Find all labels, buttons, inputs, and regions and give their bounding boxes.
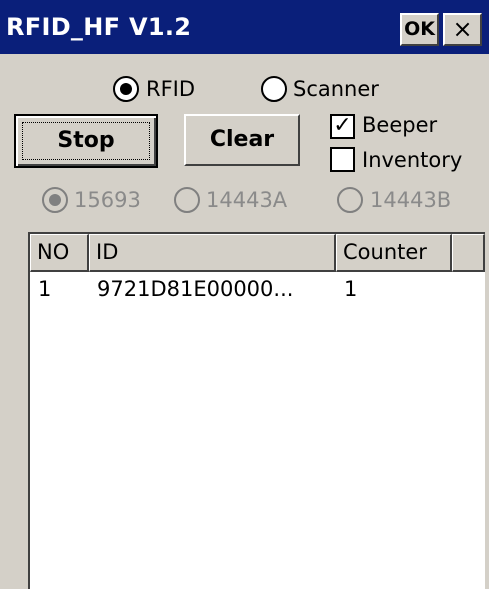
beeper-label[interactable]: Beeper — [362, 112, 437, 138]
app-window: RFID_HF V1.2 OK × RFID Scanner Stop Clea… — [0, 0, 489, 589]
focus-rect — [22, 122, 150, 160]
window-title: RFID_HF V1.2 — [6, 13, 192, 41]
rfid-radio-label[interactable]: RFID — [146, 76, 195, 102]
inventory-checkbox-box[interactable] — [330, 147, 355, 172]
rfid-radio-indicator[interactable] — [113, 76, 139, 102]
protocol-14443a-radio-indicator — [174, 187, 200, 213]
checkmark-icon: ✓ — [333, 113, 352, 138]
cell-no: 1 — [38, 277, 52, 301]
column-header-id[interactable]: ID — [89, 234, 336, 272]
scanner-radio-indicator[interactable] — [261, 76, 287, 102]
protocol-14443a-label: 14443A — [206, 188, 288, 212]
title-bar: RFID_HF V1.2 OK × — [0, 0, 489, 54]
close-icon: × — [452, 15, 473, 43]
table-header: NO ID Counter — [30, 234, 485, 272]
protocol-14443b-label: 14443B — [370, 188, 452, 212]
ok-button[interactable]: OK — [400, 13, 439, 46]
column-header-no[interactable]: NO — [30, 234, 89, 272]
table-row[interactable]: 1 9721D81E00000... 1 — [30, 274, 485, 304]
inventory-label[interactable]: Inventory — [362, 147, 462, 173]
close-button[interactable]: × — [443, 13, 482, 46]
cell-id: 9721D81E00000... — [97, 277, 294, 301]
column-header-counter[interactable]: Counter — [336, 234, 452, 272]
column-header-filler[interactable] — [452, 234, 485, 272]
cell-counter: 1 — [344, 277, 358, 301]
clear-button[interactable]: Clear — [184, 114, 300, 166]
protocol-15693-radio-indicator — [42, 187, 68, 213]
protocol-15693-label: 15693 — [74, 188, 141, 212]
clear-button-label: Clear — [209, 127, 275, 152]
stop-button[interactable]: Stop — [14, 114, 158, 168]
beeper-checkbox-box[interactable]: ✓ — [330, 114, 355, 139]
tag-list[interactable]: NO ID Counter 1 9721D81E00000... 1 — [28, 232, 485, 589]
scanner-radio-label[interactable]: Scanner — [293, 76, 379, 102]
protocol-14443b-radio-indicator — [337, 187, 363, 213]
